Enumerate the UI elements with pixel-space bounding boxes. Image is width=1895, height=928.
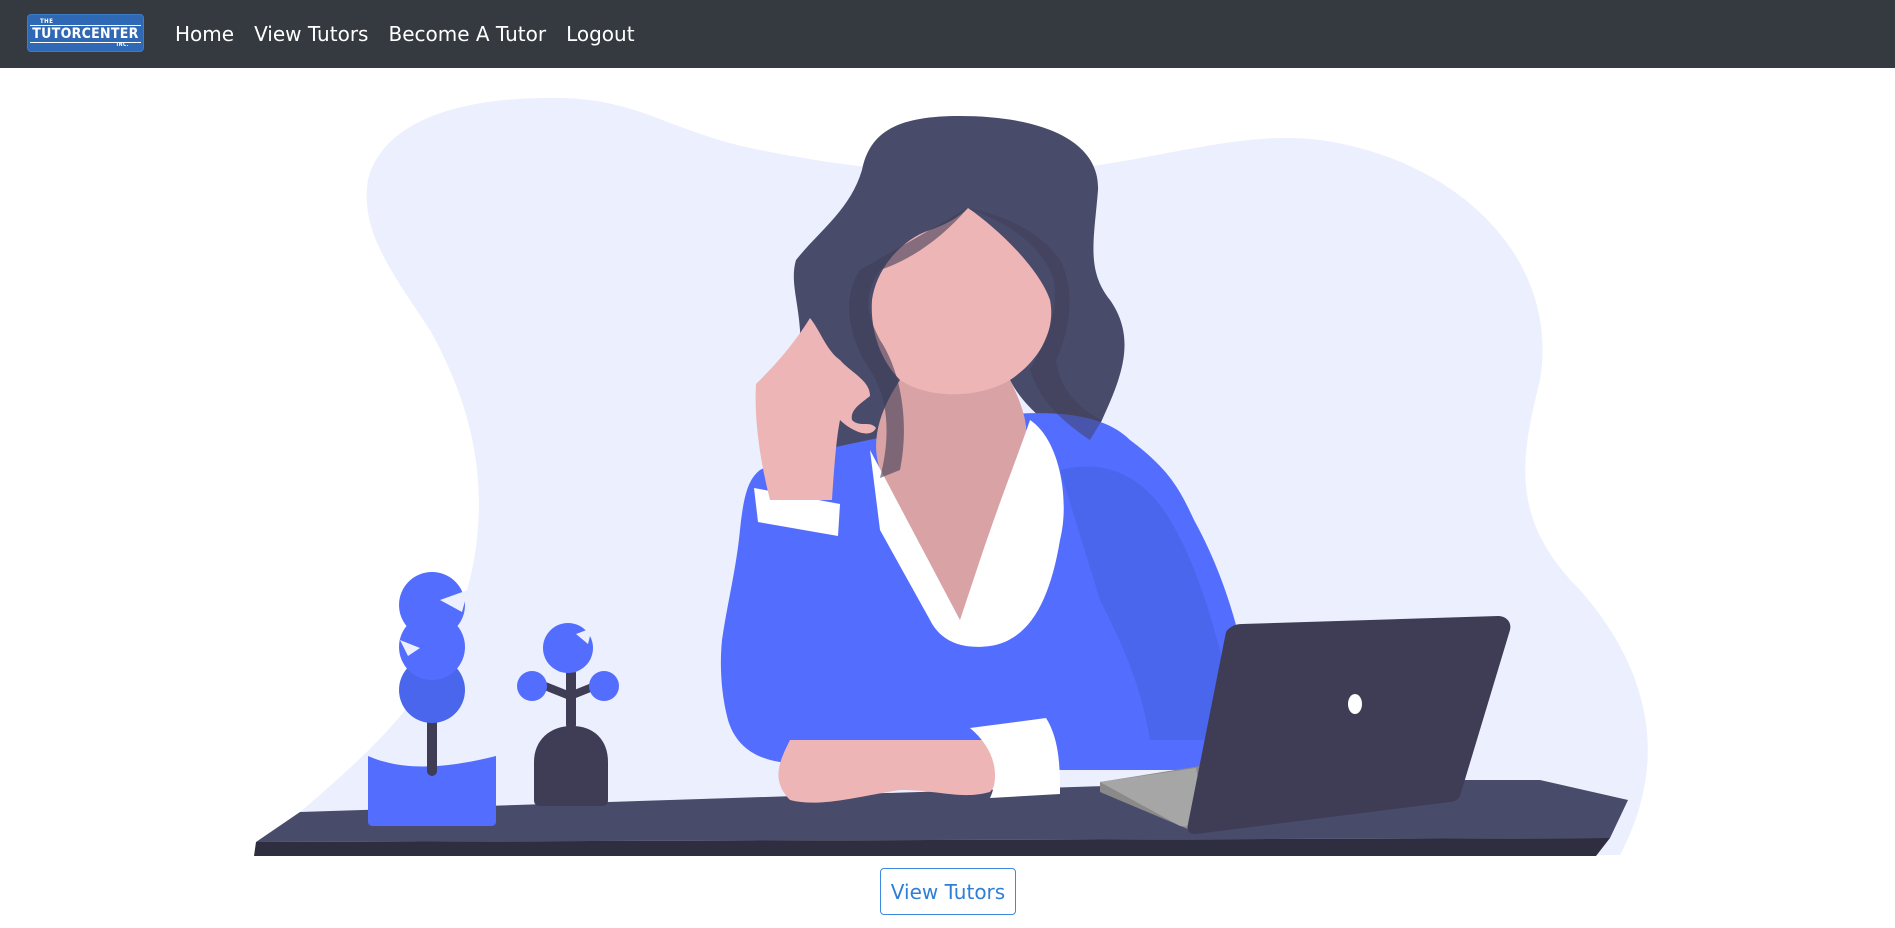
nav-become-tutor[interactable]: Become A Tutor: [388, 22, 546, 46]
navbar: THE TUTORCENTER INC. Home View Tutors Be…: [0, 0, 1895, 68]
hero-illustration: [254, 97, 1648, 856]
nav-links: Home View Tutors Become A Tutor Logout: [175, 0, 655, 68]
laptop-logo: [1348, 694, 1362, 714]
view-tutors-button[interactable]: View Tutors: [880, 868, 1016, 915]
tutorcenter-logo[interactable]: THE TUTORCENTER INC.: [27, 14, 144, 52]
logo-name-text: TUTORCENTER: [30, 24, 141, 43]
plant-pot-middle: [534, 726, 608, 806]
nav-view-tutors[interactable]: View Tutors: [254, 22, 368, 46]
logo-bottom-text: INC.: [116, 41, 129, 48]
nav-home[interactable]: Home: [175, 22, 234, 46]
nav-logout[interactable]: Logout: [566, 22, 634, 46]
